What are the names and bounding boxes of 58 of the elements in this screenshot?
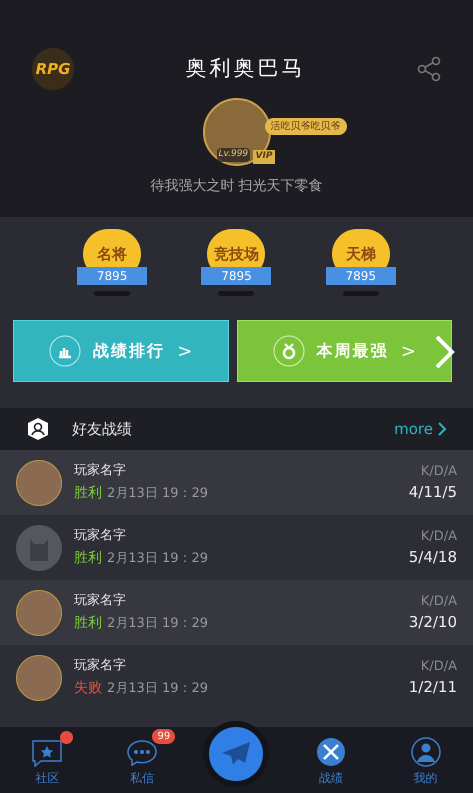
friend-row[interactable]: 玩家名字 胜利 2月13日 19：29 K/D/A 3/2/10 xyxy=(0,580,473,645)
avatar-placeholder xyxy=(16,654,62,700)
match-time: 2月13日 19：29 xyxy=(107,550,208,568)
avatar-placeholder xyxy=(16,590,62,636)
person-icon xyxy=(410,737,441,767)
chevron-right-icon[interactable] xyxy=(434,334,456,370)
kda-value: 3/2/10 xyxy=(408,612,457,633)
user-tag: 活吃贝爷吃贝爷 xyxy=(264,118,346,135)
level-label: Lv.999 xyxy=(216,148,250,162)
nav-tab[interactable]: 战绩 xyxy=(284,727,378,787)
match-time: 2月13日 19：29 xyxy=(107,484,208,502)
friends-icon xyxy=(26,417,50,441)
section-title: 好友战绩 xyxy=(72,418,132,440)
medal-shadow xyxy=(342,291,379,296)
kda-label: K/D/A xyxy=(420,592,457,610)
bar-chart-icon xyxy=(49,335,82,367)
friend-row[interactable]: 玩家名字 失败 2月13日 19：29 K/D/A 1/2/11 xyxy=(0,645,473,710)
player-name: 玩家名字 xyxy=(74,527,127,546)
player-name: 玩家名字 xyxy=(74,657,127,676)
match-time: 2月13日 19：29 xyxy=(107,680,208,698)
unread-badge: 99 xyxy=(152,729,176,744)
chevron-right-icon xyxy=(437,421,447,437)
star-chat-icon xyxy=(31,739,64,767)
action-button[interactable]: 战绩排行 > xyxy=(13,320,228,382)
kda-label: K/D/A xyxy=(420,462,457,480)
player-name: 玩家名字 xyxy=(74,462,127,480)
rpg-logo: RPG xyxy=(32,48,74,90)
vip-badge: VIP xyxy=(252,150,276,164)
kda-label: K/D/A xyxy=(420,528,457,546)
chat-bubble-icon xyxy=(126,739,158,767)
kda-value: 1/2/11 xyxy=(408,677,457,698)
rank-score: 7895 xyxy=(326,267,396,285)
medal-shadow xyxy=(218,291,254,296)
rank-score: 7895 xyxy=(77,267,148,285)
match-result: 胜利 xyxy=(74,614,102,633)
kda-label: K/D/A xyxy=(420,658,457,676)
match-time: 2月13日 19：29 xyxy=(107,614,208,632)
default-avatar-icon xyxy=(16,524,62,570)
nav-tab[interactable]: 99 私信 xyxy=(94,729,190,787)
medal-icon xyxy=(272,335,305,367)
player-name: 玩家名字 xyxy=(74,592,127,610)
match-result: 胜利 xyxy=(74,484,102,503)
nav-tab[interactable]: 我的 xyxy=(378,727,473,787)
motto-text: 待我强大之时 扫光天下零食 xyxy=(150,177,323,196)
page-title: 奥利奥巴马 xyxy=(186,55,306,82)
crossed-swords-icon xyxy=(316,737,346,767)
kda-value: 5/4/18 xyxy=(408,547,457,568)
friend-row[interactable]: 玩家名字 胜利 2月13日 19：29 K/D/A 5/4/18 xyxy=(0,515,473,580)
rank-score: 7895 xyxy=(201,267,272,285)
kda-value: 4/11/5 xyxy=(408,482,457,503)
share-icon[interactable] xyxy=(417,56,441,82)
friend-row[interactable]: 玩家名字 胜利 2月13日 19：29 K/D/A 4/11/5 xyxy=(0,450,473,515)
match-result: 胜利 xyxy=(74,548,102,568)
match-result: 失败 xyxy=(74,678,102,698)
medal-shadow xyxy=(94,291,130,296)
avatar-placeholder xyxy=(16,460,62,506)
more-link[interactable]: more xyxy=(394,418,447,440)
nav-tab[interactable]: 社区 xyxy=(0,729,95,787)
